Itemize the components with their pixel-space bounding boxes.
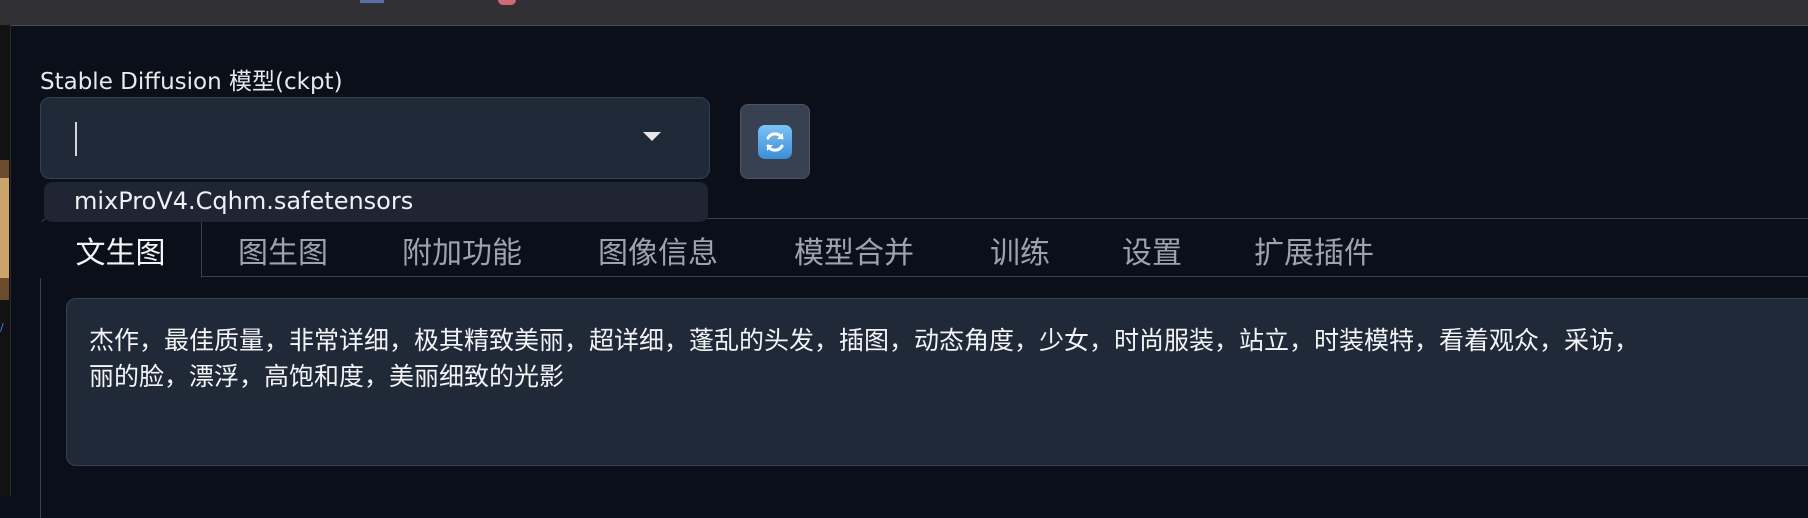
text-cursor <box>75 122 77 156</box>
toolbar-fragment <box>498 0 516 5</box>
tab-checkpoint-merger[interactable]: 模型合并 <box>794 222 914 278</box>
tab-extras[interactable]: 附加功能 <box>402 222 522 278</box>
tab-train[interactable]: 训练 <box>990 222 1050 278</box>
model-select-label: Stable Diffusion 模型(ckpt) <box>40 69 343 95</box>
tab-extensions[interactable]: 扩展插件 <box>1254 222 1374 278</box>
edge-glyph: / <box>0 323 4 334</box>
thumbnail-image <box>0 160 9 300</box>
model-dropdown-list: mixProV4.Cqhm.safetensors <box>44 182 708 222</box>
tab-txt2img[interactable]: 文生图 <box>40 222 202 278</box>
tab-img2img[interactable]: 图生图 <box>238 222 328 278</box>
left-edge-strip: / <box>0 25 11 496</box>
refresh-arrows-icon <box>766 131 784 152</box>
prompt-line-2: 丽的脸，漂浮，高饱和度，美丽细致的光影 <box>89 362 565 391</box>
tab-settings[interactable]: 设置 <box>1122 222 1182 278</box>
dropdown-option-mixprov4[interactable]: mixProV4.Cqhm.safetensors <box>74 187 413 215</box>
chevron-down-icon[interactable] <box>643 132 661 141</box>
toolbar-fragment <box>360 0 384 3</box>
top-toolbar <box>0 0 1808 26</box>
refresh-model-button[interactable] <box>740 104 810 179</box>
refresh-icon <box>758 124 792 159</box>
model-dropdown[interactable] <box>40 97 710 179</box>
tab-png-info[interactable]: 图像信息 <box>598 222 718 278</box>
prompt-line-1: 杰作，最佳质量，非常详细，极其精致美丽，超详细，蓬乱的头发，插图，动态角度，少女… <box>89 326 1640 355</box>
prompt-textarea[interactable]: 杰作，最佳质量，非常详细，极其精致美丽，超详细，蓬乱的头发，插图，动态角度，少女… <box>66 298 1808 466</box>
